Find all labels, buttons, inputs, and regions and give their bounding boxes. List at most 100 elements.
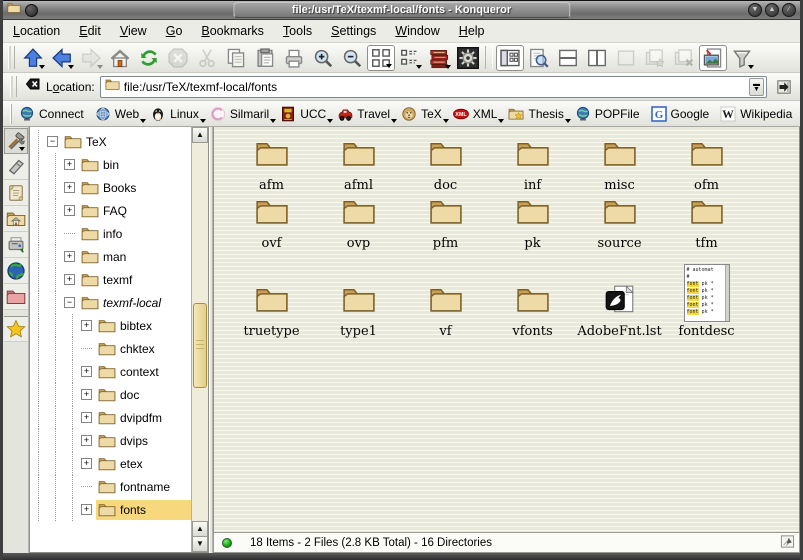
folder-item-inf[interactable]: inf (489, 135, 576, 193)
expand-expander-icon[interactable]: + (81, 504, 92, 515)
bookmark-linux[interactable]: Linux (146, 104, 206, 124)
tree-item-content[interactable]: context (96, 362, 191, 382)
tree-item-content[interactable]: etex (96, 454, 191, 474)
menu-bookmarks[interactable]: Bookmarks (201, 24, 264, 38)
menu-location[interactable]: Location (13, 24, 60, 38)
folder-item-afm[interactable]: afm (228, 135, 315, 193)
expand-expander-icon[interactable]: + (64, 274, 75, 285)
expand-expander-icon[interactable]: + (64, 251, 75, 262)
bookmark-overflow-chevron[interactable]: » (799, 106, 803, 122)
list-view-mode-button[interactable] (396, 45, 424, 71)
tree-scroll-up-button[interactable]: ▲ (192, 127, 208, 143)
tree-item-content[interactable]: fontname (96, 477, 191, 497)
tree-item-content[interactable]: fonts (96, 500, 191, 520)
bookmark-tex[interactable]: TeX (397, 104, 449, 124)
zoom-out-button[interactable] (338, 45, 366, 71)
tree-item-content[interactable]: bin (79, 155, 191, 175)
bookmark-wikipedia[interactable]: WWikipedia (716, 104, 799, 124)
collapse-expander-icon[interactable]: − (64, 297, 75, 308)
tree-scroll-up-button-2[interactable]: ▲ (192, 521, 208, 537)
tree-item-content[interactable]: dvipdfm (96, 408, 191, 428)
clear-location-button[interactable] (25, 76, 41, 97)
history-button[interactable] (4, 180, 28, 206)
paste-button[interactable] (251, 45, 279, 71)
tree-item-content[interactable]: texmf (79, 270, 191, 290)
bookmark-popfile[interactable]: POPFile (571, 104, 647, 124)
bookmark-marker-button[interactable] (4, 154, 28, 180)
file-item-AdobeFnt.lst[interactable]: AdobeFnt.lst (576, 251, 663, 339)
tree-item-bin[interactable]: + bin (30, 153, 191, 176)
expand-expander-icon[interactable]: + (81, 435, 92, 446)
tree-scroll-down-button[interactable]: ▼ (192, 536, 208, 552)
tree-item-context[interactable]: +context (30, 360, 191, 383)
menu-settings[interactable]: Settings (331, 24, 376, 38)
location-input[interactable]: file:/usr/TeX/texmf-local/fonts (124, 80, 745, 94)
split-view-top-bottom-button[interactable] (554, 45, 582, 71)
tree-item-Books[interactable]: +Books (30, 176, 191, 199)
bookmark-ucc[interactable]: UCC (276, 104, 333, 124)
go-button[interactable] (772, 75, 796, 99)
tree-scrollbar[interactable]: ▲ ▲ ▼ (191, 127, 208, 552)
maximize-button[interactable]: ▲ (765, 3, 779, 17)
tree-item-TeX[interactable]: −TeX (30, 130, 191, 153)
tree-item-content[interactable]: dvips (96, 431, 191, 451)
tree-item-chktex[interactable]: chktex (30, 337, 191, 360)
tree-item-dvips[interactable]: + dvips (30, 429, 191, 452)
resize-grip-icon[interactable] (780, 534, 795, 552)
file-item-fontdesc[interactable]: # automat#font pk *font pk *font pk *fon… (663, 251, 750, 339)
folder-item-ovf[interactable]: ovf (228, 193, 315, 251)
bookmarks-button[interactable] (4, 316, 28, 342)
zoom-in-button[interactable] (309, 45, 337, 71)
expand-expander-icon[interactable]: + (81, 389, 92, 400)
root-folder-button[interactable] (4, 284, 28, 310)
expand-expander-icon[interactable]: + (81, 458, 92, 469)
location-toolbar-drag-handle[interactable] (10, 76, 17, 98)
tree-item-FAQ[interactable]: + FAQ (30, 199, 191, 222)
tree-item-texmf-local[interactable]: −texmf-local (30, 291, 191, 314)
folder-item-pk[interactable]: pk (489, 193, 576, 251)
sidebar-config-button[interactable] (4, 128, 28, 154)
tree-item-info[interactable]: info (30, 222, 191, 245)
tree-item-etex[interactable]: + etex (30, 452, 191, 475)
collapse-expander-icon[interactable]: − (47, 136, 58, 147)
expand-expander-icon[interactable]: + (64, 159, 75, 170)
up-button[interactable] (19, 45, 47, 71)
expand-expander-icon[interactable]: + (64, 182, 75, 193)
tree-item-dvipdfm[interactable]: +dvipdfm (30, 406, 191, 429)
bookmark-web[interactable]: Web (91, 104, 146, 124)
tree-item-content[interactable]: FAQ (79, 201, 191, 221)
network-button[interactable] (4, 258, 28, 284)
folder-item-truetype[interactable]: truetype (228, 251, 315, 339)
tree-item-fonts[interactable]: + fonts (30, 498, 191, 521)
folder-item-afml[interactable]: afml (315, 135, 402, 193)
menu-help[interactable]: Help (459, 24, 485, 38)
services-button[interactable] (4, 232, 28, 258)
expand-expander-icon[interactable]: + (64, 205, 75, 216)
bookmark-thesis[interactable]: Thesis (504, 104, 570, 124)
tree-item-content[interactable]: man (79, 247, 191, 267)
tree-item-content[interactable]: bibtex (96, 316, 191, 336)
icon-view-mode-button[interactable] (367, 45, 395, 71)
home-directory-button[interactable] (4, 206, 28, 232)
tree-item-content[interactable]: texmf-local (79, 293, 191, 313)
split-view-left-right-button[interactable] (583, 45, 611, 71)
home-button[interactable] (106, 45, 134, 71)
view-filter-button[interactable] (728, 45, 756, 71)
title-bar[interactable]: file:/usr/TeX/texmf-local/fonts - Konque… (3, 0, 800, 20)
tree-item-fontname[interactable]: fontname (30, 475, 191, 498)
bookmark-xml[interactable]: XMLXML (449, 104, 505, 124)
toolbar-drag-handle[interactable] (8, 46, 15, 69)
menu-tools[interactable]: Tools (283, 24, 312, 38)
menu-go[interactable]: Go (166, 24, 183, 38)
location-dropdown-arrow[interactable]: ▬▼ (749, 78, 764, 96)
folder-item-misc[interactable]: misc (576, 135, 663, 193)
tree-item-man[interactable]: + man (30, 245, 191, 268)
bookmark-connect[interactable]: Connect (15, 104, 91, 124)
back-button[interactable] (48, 45, 76, 71)
bookmark-toolbar-drag-handle[interactable] (10, 104, 12, 124)
folder-item-ovp[interactable]: ovp (315, 193, 402, 251)
folder-item-tfm[interactable]: tfm (663, 193, 750, 251)
reload-button[interactable] (135, 45, 163, 71)
print-button[interactable] (280, 45, 308, 71)
minimize-button[interactable]: ▼ (748, 3, 762, 17)
